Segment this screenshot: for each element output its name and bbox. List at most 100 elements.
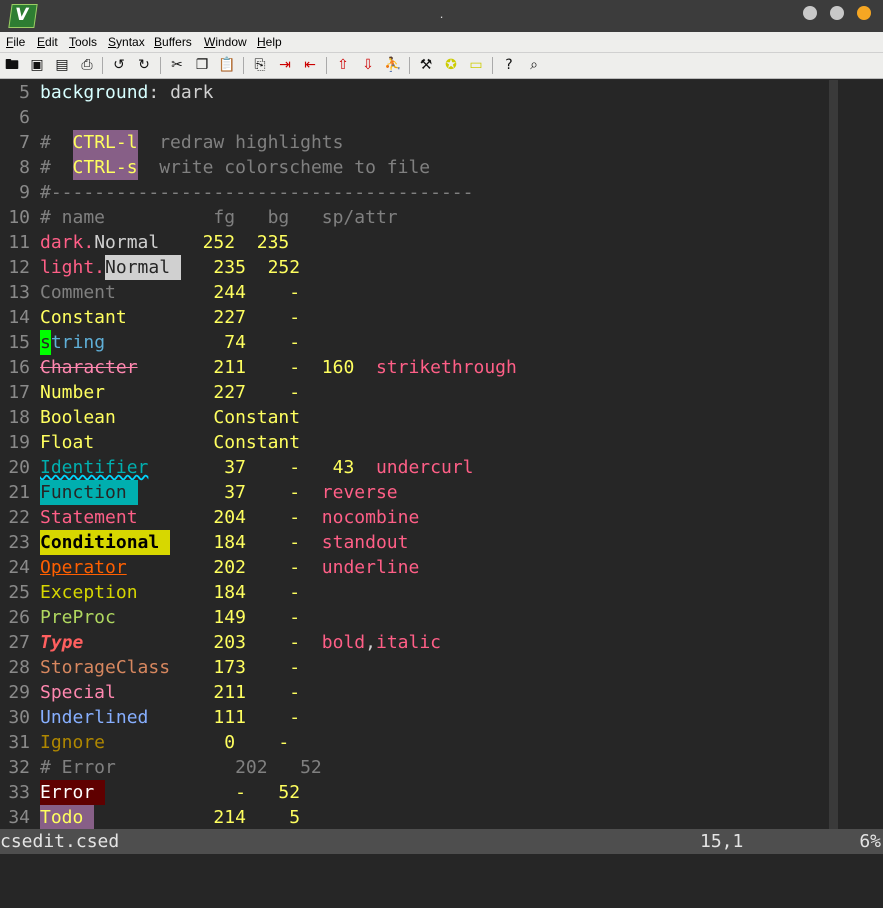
minimize-button[interactable] bbox=[803, 6, 817, 20]
syntax-token bbox=[127, 555, 214, 580]
editor-line[interactable]: 8 # CTRL-s write colorscheme to file bbox=[0, 155, 430, 180]
syntax-token bbox=[105, 730, 224, 755]
syntax-token: italic bbox=[375, 632, 442, 653]
syntax-token: Special bbox=[40, 682, 116, 703]
syntax-token bbox=[105, 330, 224, 355]
command-line[interactable] bbox=[0, 854, 883, 908]
syntax-token: , bbox=[365, 632, 376, 653]
editor-line[interactable]: 24 Operator 202 - underline bbox=[0, 555, 419, 580]
menu-window[interactable]: Window bbox=[204, 35, 247, 49]
editor-line[interactable]: 13 Comment 244 - bbox=[0, 280, 300, 305]
editor-line[interactable]: 15 string 74 - bbox=[0, 330, 300, 355]
line-number: 23 bbox=[8, 532, 30, 553]
syntax-token: 227 - bbox=[213, 382, 301, 403]
syntax-token: light. bbox=[40, 257, 106, 278]
syntax-token: tring bbox=[50, 332, 106, 353]
editor-line[interactable]: 5 background: dark bbox=[0, 80, 213, 105]
editor-line[interactable]: 26 PreProc 149 - bbox=[0, 605, 300, 630]
editor-line[interactable]: 6 bbox=[0, 105, 40, 130]
maximize-button[interactable] bbox=[830, 6, 844, 20]
find-help-icon[interactable]: ⌕ bbox=[525, 56, 543, 74]
jump-tag-icon[interactable]: ▭ bbox=[467, 56, 485, 74]
cut-icon[interactable]: ✂ bbox=[168, 56, 186, 74]
line-number: 17 bbox=[8, 382, 30, 403]
editor-line[interactable]: 11 dark.Normal 252 235 bbox=[0, 230, 289, 255]
editor-line[interactable]: 31 Ignore 0 - bbox=[0, 730, 289, 755]
syntax-token: 235 252 bbox=[213, 257, 301, 278]
syntax-token: 244 - bbox=[213, 282, 301, 303]
editor-line[interactable]: 7 # CTRL-l redraw highlights bbox=[0, 130, 343, 155]
make-icon[interactable]: ⚒ bbox=[417, 56, 435, 74]
menu-tools[interactable]: Tools bbox=[69, 35, 97, 49]
editor-line[interactable]: 22 Statement 204 - nocombine bbox=[0, 505, 419, 530]
syntax-token: Comment bbox=[40, 282, 116, 303]
syntax-token: background bbox=[40, 82, 149, 103]
editor-line[interactable]: 23 Conditional 184 - standout bbox=[0, 530, 408, 555]
close-button[interactable] bbox=[857, 6, 871, 20]
line-number: 20 bbox=[8, 457, 30, 478]
open-icon[interactable]: 🖿 bbox=[3, 56, 21, 74]
syntax-token bbox=[138, 580, 214, 605]
editor-line[interactable]: 21 Function 37 - reverse bbox=[0, 480, 398, 505]
copy-icon[interactable]: ❐ bbox=[193, 56, 211, 74]
editor-line[interactable]: 30 Underlined 111 - bbox=[0, 705, 300, 730]
find-prev-icon[interactable]: ⇤ bbox=[301, 56, 319, 74]
line-number: 32 bbox=[8, 757, 30, 778]
editor-line[interactable]: 19 Float Constant bbox=[0, 430, 300, 455]
editor-line[interactable]: 17 Number 227 - bbox=[0, 380, 300, 405]
menu-syntax[interactable]: Syntax bbox=[108, 35, 145, 49]
save-session-icon[interactable]: ⇩ bbox=[359, 56, 377, 74]
print-icon[interactable]: ⎙ bbox=[78, 56, 96, 74]
find-replace-icon[interactable]: ⎘ bbox=[251, 56, 269, 74]
editor-line[interactable]: 28 StorageClass 173 - bbox=[0, 655, 300, 680]
save-all-icon[interactable]: ▤ bbox=[53, 56, 71, 74]
editor-line[interactable]: 32 # Error 202 52 bbox=[0, 755, 322, 780]
menu-edit[interactable]: Edit bbox=[37, 35, 58, 49]
editor-line[interactable]: 20 Identifier 37 - 43 undercurl bbox=[0, 455, 473, 480]
redo-icon[interactable]: ↻ bbox=[135, 56, 153, 74]
editor-line[interactable]: 9 #--------------------------------------… bbox=[0, 180, 473, 205]
syntax-token: dark bbox=[170, 82, 214, 103]
help-icon[interactable]: ? bbox=[500, 56, 518, 74]
find-next-icon[interactable]: ⇥ bbox=[276, 56, 294, 74]
menu-help[interactable]: Help bbox=[257, 35, 282, 49]
editor-area[interactable]: 5 background: dark 6 7 # CTRL-l redraw highl… bbox=[0, 80, 883, 830]
syntax-token: Boolean bbox=[40, 407, 116, 428]
paste-icon[interactable]: 📋 bbox=[218, 56, 236, 74]
syntax-token: 184 - bbox=[213, 532, 301, 553]
syntax-token: Character bbox=[40, 357, 138, 378]
syntax-token bbox=[116, 605, 214, 630]
syntax-token: Operator bbox=[40, 557, 127, 578]
line-number: 5 bbox=[19, 82, 30, 103]
undo-icon[interactable]: ↺ bbox=[110, 56, 128, 74]
editor-line[interactable]: 33 Error - 52 bbox=[0, 780, 300, 805]
editor-line[interactable]: 27 Type 203 - bold,italic bbox=[0, 630, 441, 655]
status-filename: csedit.csed bbox=[0, 831, 120, 852]
syntax-token bbox=[116, 405, 214, 430]
menu-bar: File Edit Tools Syntax Buffers Window He… bbox=[0, 32, 883, 53]
editor-line[interactable]: 16 Character 211 - 160 strikethrough bbox=[0, 355, 517, 380]
syntax-token: 202 - bbox=[213, 557, 301, 578]
editor-line[interactable]: 14 Constant 227 - bbox=[0, 305, 300, 330]
run-ctags-icon[interactable]: ✪ bbox=[442, 56, 460, 74]
editor-line[interactable]: 10 # name fg bg sp/attr bbox=[0, 205, 397, 230]
syntax-token: standout bbox=[300, 532, 409, 553]
menu-buffers[interactable]: Buffers bbox=[154, 35, 192, 49]
syntax-token: Number bbox=[40, 382, 106, 403]
editor-line[interactable]: 34 Todo 214 5 bbox=[0, 805, 300, 830]
editor-line[interactable]: 25 Exception 184 - bbox=[0, 580, 300, 605]
editor-line[interactable]: 12 light.Normal 235 252 bbox=[0, 255, 300, 280]
menu-file[interactable]: File bbox=[6, 35, 25, 49]
save-icon[interactable]: ▣ bbox=[28, 56, 46, 74]
load-session-icon[interactable]: ⇧ bbox=[334, 56, 352, 74]
editor-line[interactable]: 29 Special 211 - bbox=[0, 680, 300, 705]
syntax-token bbox=[170, 530, 213, 555]
line-number: 16 bbox=[8, 357, 30, 378]
line-number: 13 bbox=[8, 282, 30, 303]
toolbar: 🖿 ▣ ▤ ⎙ ↺ ↻ ✂ ❐ 📋 ⎘ ⇥ ⇤ ⇧ ⇩ ⛹ ⚒ ✪ ▭ ? ⌕ bbox=[0, 53, 883, 79]
run-script-icon[interactable]: ⛹ bbox=[384, 56, 402, 74]
syntax-token: 211 - 160 bbox=[213, 357, 355, 378]
syntax-token: 149 - bbox=[213, 607, 301, 628]
editor-line[interactable]: 18 Boolean Constant bbox=[0, 405, 300, 430]
syntax-token: # Error 202 52 bbox=[40, 757, 322, 778]
